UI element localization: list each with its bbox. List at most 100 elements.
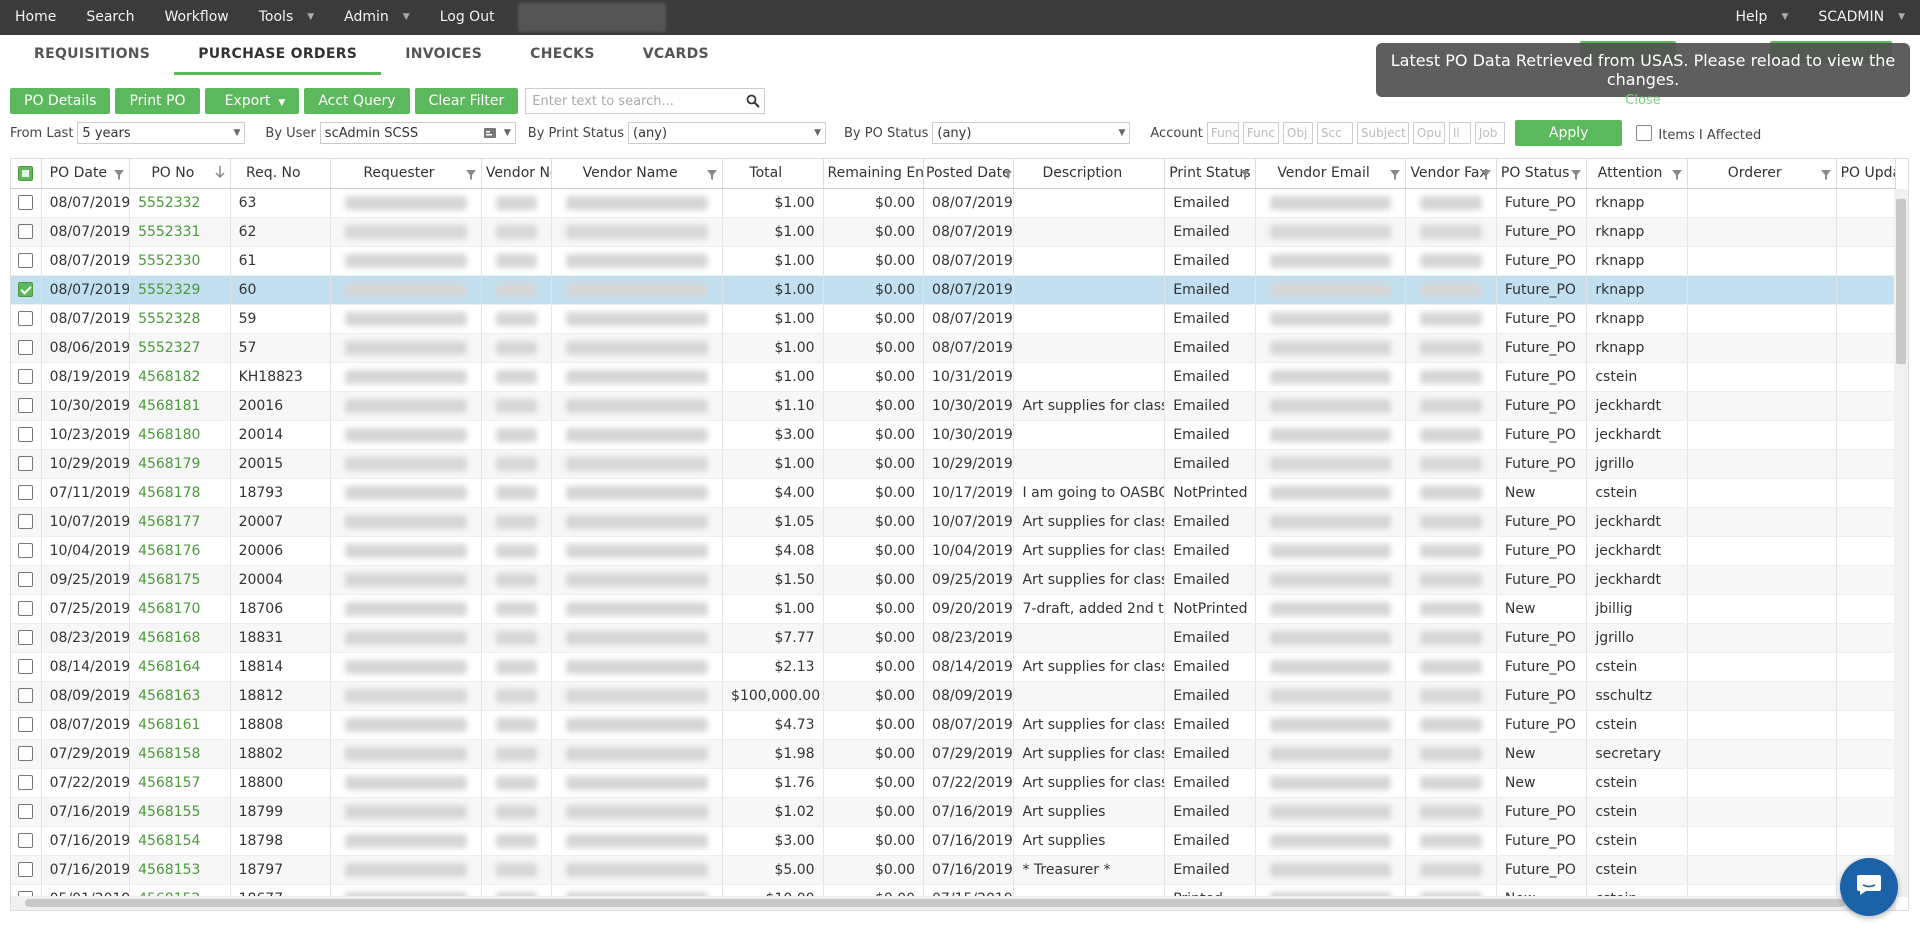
cell-po-no[interactable]: 4568154 (129, 826, 231, 856)
table-row[interactable]: 08/07/2019 5552328 59 $1.00 $0.00 08/07/2019 E… (11, 304, 1897, 334)
col-remaining-enc[interactable]: Remaining Enc. (823, 159, 925, 189)
row-checkbox[interactable] (18, 833, 34, 848)
row-checkbox[interactable] (18, 514, 34, 529)
cell-po-no[interactable]: 4568164 (129, 652, 231, 682)
nav-workflow[interactable]: Workflow (149, 0, 243, 35)
col-requester[interactable]: Requester (330, 159, 482, 189)
cell-po-no[interactable]: 4568181 (129, 391, 231, 421)
row-select-cell[interactable] (11, 507, 42, 537)
col-po-status[interactable]: PO Status (1496, 159, 1588, 189)
table-row[interactable]: 07/11/2019 4568178 18793 $4.00 $0.00 10/17/20… (11, 478, 1897, 508)
account-func-field[interactable]: Func (1206, 122, 1239, 144)
tab-checks[interactable]: CHECKS (506, 35, 619, 75)
row-checkbox[interactable] (18, 630, 34, 645)
row-select-cell[interactable] (11, 275, 42, 305)
filter-icon[interactable] (1004, 168, 1013, 184)
filter-icon[interactable] (1671, 168, 1682, 184)
col-req-no[interactable]: Req. No (230, 159, 332, 189)
row-select-cell[interactable] (11, 536, 42, 566)
export-button[interactable]: Export ▼ (204, 88, 300, 114)
row-checkbox[interactable] (18, 456, 34, 471)
nav-help[interactable]: Help ▼ (1721, 0, 1804, 35)
account-il-field[interactable]: Il (1448, 122, 1471, 144)
table-row[interactable]: 08/07/2019 4568161 18808 $4.73 $0.00 08/07/20… (11, 710, 1897, 740)
nav-admin[interactable]: Admin ▼ (329, 0, 425, 35)
cell-po-no[interactable]: 4568175 (129, 565, 231, 595)
cell-po-no[interactable]: 5552329 (129, 275, 231, 305)
nav-tools[interactable]: Tools ▼ (244, 0, 329, 35)
row-select-cell[interactable] (11, 768, 42, 798)
col-total[interactable]: Total (722, 159, 824, 189)
table-row[interactable]: 07/16/2019 4568154 18798 $3.00 $0.00 07/16/20… (11, 826, 1897, 856)
notification-close-link[interactable]: Close (1376, 93, 1910, 108)
filter-icon[interactable] (465, 168, 476, 184)
row-checkbox[interactable] (18, 775, 34, 790)
select-all-header[interactable] (11, 159, 42, 189)
row-checkbox[interactable] (18, 340, 34, 355)
filter-icon[interactable] (1239, 168, 1250, 184)
apply-button[interactable]: Apply (1514, 120, 1623, 146)
cell-po-no[interactable]: 4568153 (129, 855, 231, 885)
search-icon[interactable] (742, 94, 764, 108)
acct-query-button[interactable]: Acct Query (304, 88, 410, 114)
cell-po-no[interactable]: 5552331 (129, 217, 231, 247)
items-affected-checkbox[interactable] (1636, 125, 1653, 141)
row-checkbox[interactable] (18, 369, 34, 384)
table-row[interactable]: 08/23/2019 4568168 18831 $7.77 $0.00 08/23/20… (11, 623, 1897, 653)
row-select-cell[interactable] (11, 362, 42, 392)
col-description[interactable]: Description (1013, 159, 1166, 189)
print-po-button[interactable]: Print PO (115, 88, 200, 114)
col-vendor-email[interactable]: Vendor Email (1255, 159, 1407, 189)
col-print-status[interactable]: Print Status (1164, 159, 1256, 189)
cell-po-no[interactable]: 5552330 (129, 246, 231, 276)
row-select-cell[interactable] (11, 565, 42, 595)
cell-po-no[interactable]: 4568180 (129, 420, 231, 450)
row-select-cell[interactable] (11, 681, 42, 711)
table-row[interactable]: 10/30/2019 4568181 20016 $1.10 $0.00 10/30/20… (11, 391, 1897, 421)
row-checkbox[interactable] (18, 427, 34, 442)
col-po-updated[interactable]: PO Updat (1836, 159, 1897, 189)
cell-po-no[interactable]: 4568158 (129, 739, 231, 769)
nav-logout[interactable]: Log Out (425, 0, 510, 35)
cell-po-no[interactable]: 4568177 (129, 507, 231, 537)
row-checkbox[interactable] (18, 195, 34, 210)
col-vendor-name[interactable]: Vendor Name (551, 159, 724, 189)
table-row[interactable]: 08/07/2019 5552330 61 $1.00 $0.00 08/07/2019 E… (11, 246, 1897, 276)
tab-invoices[interactable]: INVOICES (381, 35, 506, 75)
by-user-select[interactable]: scAdmin SCSS ▼ (319, 122, 516, 144)
row-select-cell[interactable] (11, 826, 42, 856)
filter-icon[interactable] (1820, 168, 1831, 184)
tab-purchase-orders[interactable]: PURCHASE ORDERS (174, 35, 382, 75)
row-checkbox[interactable] (18, 746, 34, 761)
col-orderer[interactable]: Orderer (1687, 159, 1837, 189)
cell-po-no[interactable]: 4568178 (129, 478, 231, 508)
row-select-cell[interactable] (11, 710, 42, 740)
col-posted-date[interactable]: Posted Date (923, 159, 1015, 189)
nav-user-menu[interactable]: SCADMIN ▼ (1803, 0, 1920, 35)
cell-po-no[interactable]: 4568176 (129, 536, 231, 566)
row-checkbox[interactable] (18, 398, 34, 413)
row-select-cell[interactable] (11, 449, 42, 479)
filter-icon[interactable] (1390, 168, 1401, 184)
nav-home[interactable]: Home (0, 0, 71, 35)
filter-icon[interactable] (707, 168, 718, 184)
col-po-no[interactable]: PO No (129, 159, 231, 189)
table-row[interactable]: 09/25/2019 4568175 20004 $1.50 $0.00 09/25/20… (11, 565, 1897, 595)
table-row[interactable]: 07/29/2019 4568158 18802 $1.98 $0.00 07/29/20… (11, 739, 1897, 769)
row-select-cell[interactable] (11, 304, 42, 334)
col-vendor-no[interactable]: Vendor No (481, 159, 553, 189)
row-select-cell[interactable] (11, 333, 42, 363)
table-row[interactable]: 08/07/2019 5552329 60 $1.00 $0.00 08/07/2019 E… (11, 275, 1897, 305)
cell-po-no[interactable]: 5552328 (129, 304, 231, 334)
row-checkbox[interactable] (18, 601, 34, 616)
horizontal-scroll-thumb[interactable] (25, 899, 1845, 907)
row-checkbox[interactable] (18, 311, 34, 326)
tab-requisitions[interactable]: REQUISITIONS (10, 35, 174, 75)
table-row[interactable]: 07/16/2019 4568155 18799 $1.02 $0.00 07/16/20… (11, 797, 1897, 827)
account-scc-field[interactable]: Scc (1316, 122, 1353, 144)
cell-po-no[interactable]: 4568168 (129, 623, 231, 653)
horizontal-scrollbar[interactable] (11, 896, 1896, 910)
row-select-cell[interactable] (11, 217, 42, 247)
table-row[interactable]: 08/19/2019 4568182 KH18823 $1.00 $0.00 10/31/… (11, 362, 1897, 392)
row-select-cell[interactable] (11, 652, 42, 682)
